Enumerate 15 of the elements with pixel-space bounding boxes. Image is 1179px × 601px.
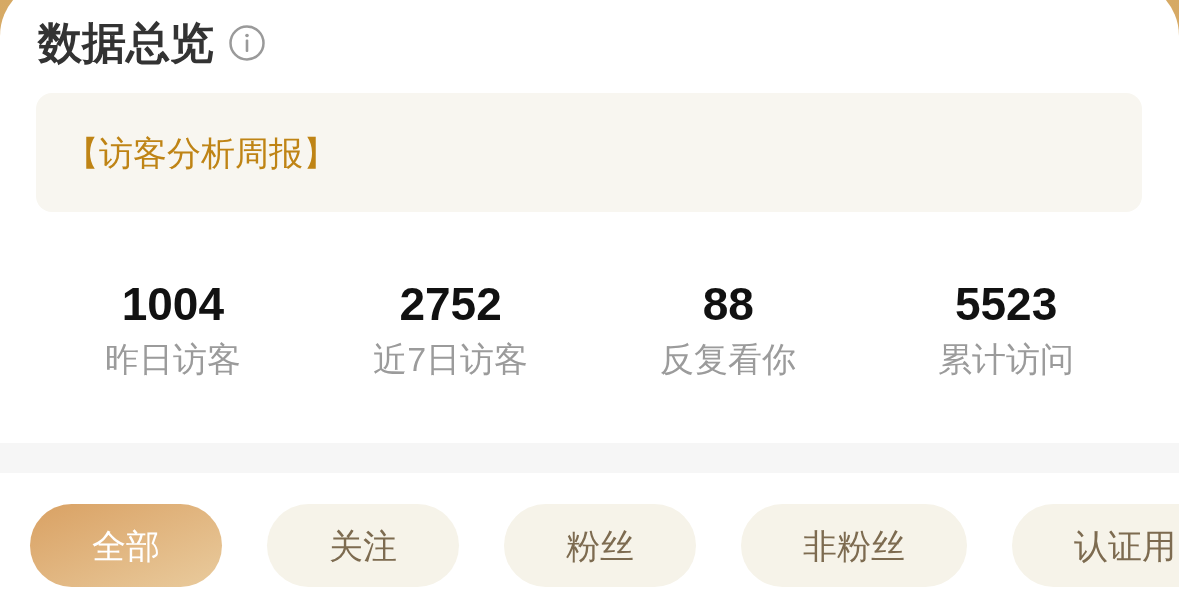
filter-tab[interactable]: 关注 (267, 504, 459, 587)
stat-label: 反复看你 (660, 342, 797, 376)
filter-tab[interactable]: 认证用 (1012, 504, 1179, 587)
info-icon[interactable] (229, 25, 265, 61)
stat-value: 2752 (399, 281, 502, 327)
notice-link[interactable]: 【访客分析周报】 (65, 135, 337, 170)
section-title: 数据总览 (38, 21, 214, 65)
stat-value: 1004 (121, 281, 225, 327)
stat-label: 近7日访客 (373, 342, 529, 376)
filter-tab[interactable]: 粉丝 (504, 504, 696, 587)
filter-tab[interactable]: 非粉丝 (741, 504, 967, 587)
stat-label: 昨日访客 (104, 342, 241, 376)
stat-value: 5523 (954, 281, 1058, 327)
stat-value: 88 (702, 281, 754, 327)
stat-label: 累计访问 (938, 342, 1075, 376)
